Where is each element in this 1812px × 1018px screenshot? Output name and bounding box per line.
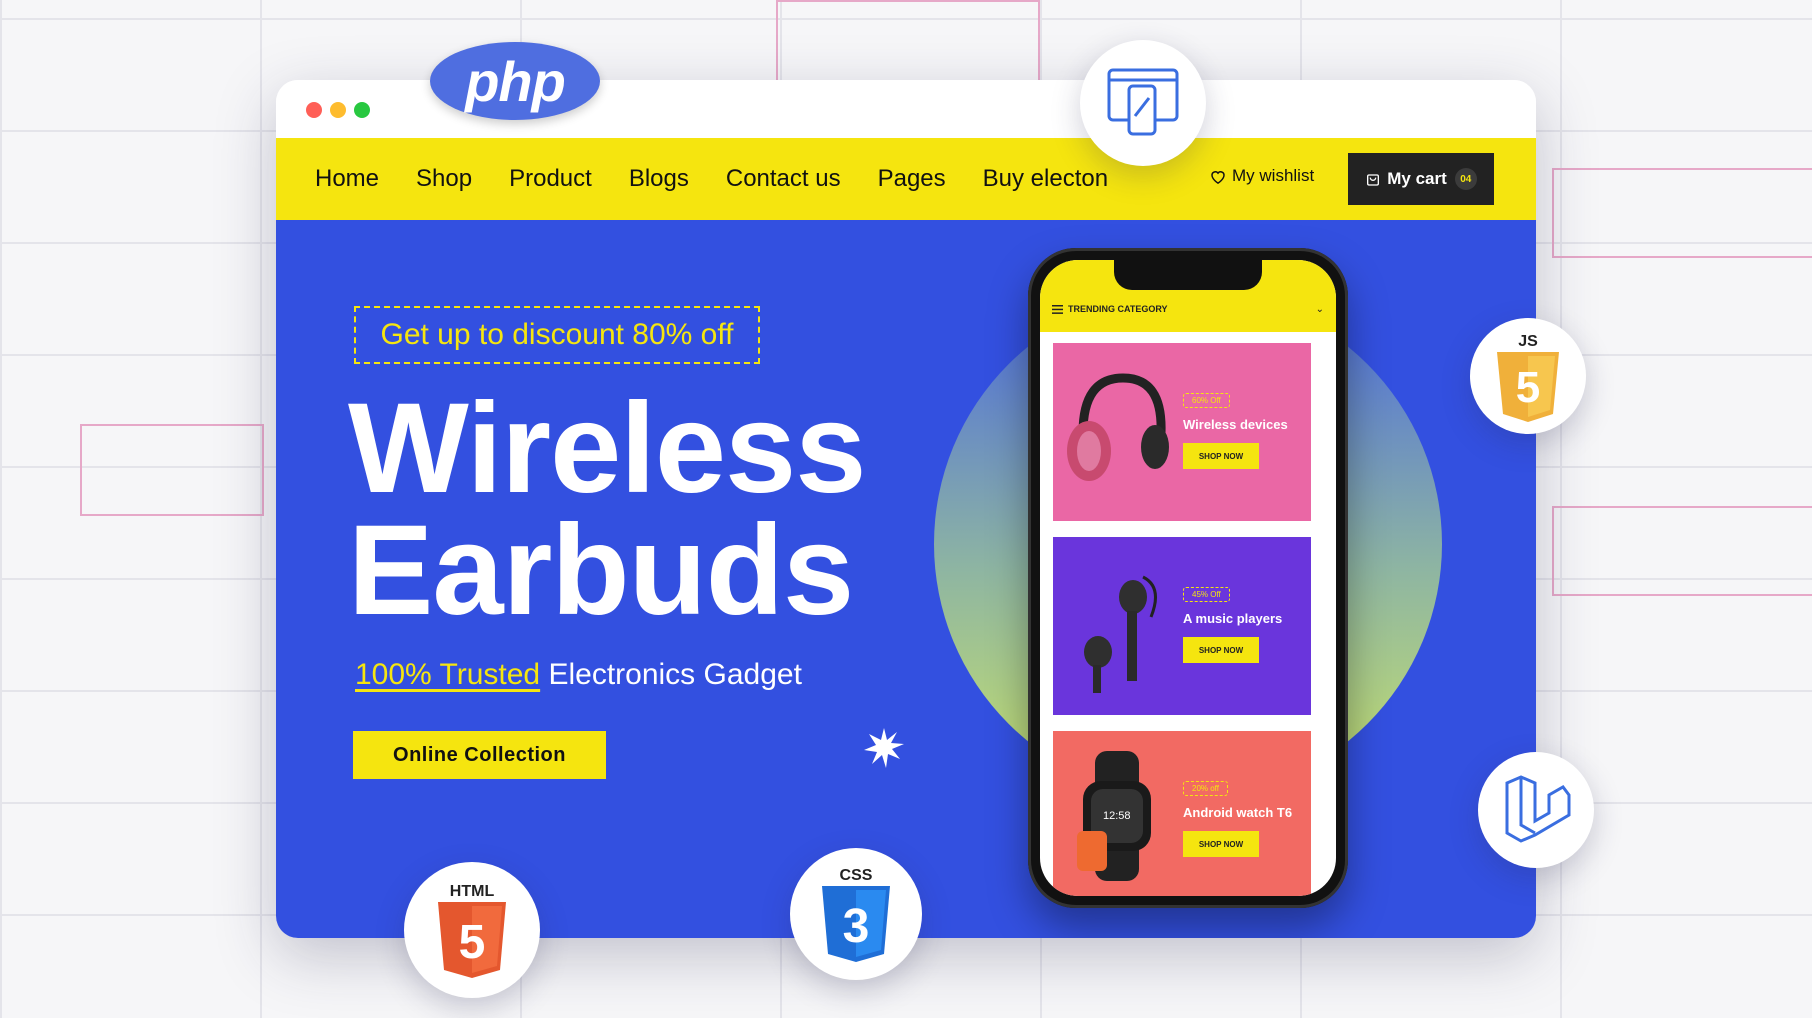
nav-link-shop[interactable]: Shop [416,165,472,193]
shopping-bag-icon [1367,174,1380,186]
hero-section: Get up to discount 80% off Wireless Earb… [276,220,1536,938]
css-badge: CSS 3 [790,848,922,980]
chevron-down-icon: ⌄ [1315,304,1324,315]
shop-now-button[interactable]: SHOP NOW [1183,637,1259,663]
earphones-image [1084,575,1157,693]
card-title: Android watch T6 [1183,805,1293,820]
laravel-badge [1478,752,1594,868]
css-version: 3 [843,900,870,953]
phone-mockup: TRENDING CATEGORY ⌄ 60% Off Wireless dev… [1028,248,1348,908]
card-title: A music players [1183,611,1283,626]
css3-icon: CSS 3 [822,867,890,962]
product-card-wireless[interactable]: 60% Off Wireless devices SHOP NOW [1053,343,1311,521]
hero-headline: Wireless Earbuds [348,377,866,642]
subline-text: Electronics Gadget [540,658,802,691]
nav-link-home[interactable]: Home [315,165,379,193]
nav-link-product[interactable]: Product [509,165,592,193]
product-card-music[interactable]: 45% Off A music players SHOP NOW [1053,537,1311,715]
responsive-design-badge [1080,40,1206,166]
cart-label: My cart [1387,169,1447,188]
shop-now-button[interactable]: SHOP NOW [1183,443,1259,469]
headline-line-1: Wireless [348,377,866,520]
discount-badge: 45% Off [1183,587,1230,602]
nav-link-buy-electon[interactable]: Buy electon [983,165,1108,193]
headline-line-2: Earbuds [348,499,854,642]
nav-link-contact[interactable]: Contact us [726,165,841,193]
online-collection-button[interactable]: Online Collection [353,731,606,779]
main-navbar: Home Shop Product Blogs Contact us Pages… [276,138,1536,220]
background-accent [80,424,264,516]
cart-button[interactable]: My cart 04 [1348,153,1494,205]
nav-link-blogs[interactable]: Blogs [629,165,689,193]
svg-text:12:58: 12:58 [1103,810,1131,822]
background-accent [776,0,1040,82]
category-label: TRENDING CATEGORY [1068,304,1168,314]
phone-notch [1114,260,1262,290]
wishlist-label: My wishlist [1232,166,1315,185]
card-title: Wireless devices [1183,417,1288,432]
cart-count-badge: 04 [1454,168,1477,190]
discount-badge: 60% Off [1183,393,1230,408]
html5-icon: HTML 5 [438,883,506,978]
php-logo: php [430,42,600,120]
close-window-button[interactable] [306,102,322,118]
promo-banner: Get up to discount 80% off [354,306,760,364]
smartwatch-image: 12:58 [1077,751,1151,881]
phone-screen: TRENDING CATEGORY ⌄ 60% Off Wireless dev… [1040,260,1336,896]
heart-icon [1211,170,1225,184]
browser-window: Home Shop Product Blogs Contact us Pages… [276,80,1536,938]
laravel-icon [1505,775,1571,843]
hero-subline: 100% Trusted Electronics Gadget [355,658,802,692]
background-accent [1552,168,1812,258]
hamburger-menu-icon [1052,304,1063,314]
html-badge: HTML 5 [404,862,540,998]
wishlist-link[interactable]: My wishlist [1210,166,1314,186]
nav-links: Home Shop Product Blogs Contact us Pages… [315,138,1145,220]
background-accent [1552,506,1812,596]
headphones-image [1067,373,1169,481]
html-label: HTML [450,883,495,900]
javascript-icon: JS 5 [1497,333,1559,422]
product-card-watch[interactable]: 12:58 20% off Android watch T6 SHOP NOW [1053,731,1311,896]
responsive-screen-icon [1107,68,1179,136]
css-label: CSS [840,867,873,884]
shop-now-button[interactable]: SHOP NOW [1183,831,1259,857]
sparkle-icon [864,728,904,768]
js-version: 5 [1516,363,1540,412]
category-dropdown: TRENDING CATEGORY [1052,304,1168,314]
discount-badge: 20% off [1183,781,1228,796]
minimize-window-button[interactable] [330,102,346,118]
subline-highlight: 100% Trusted [355,658,541,691]
js-badge: JS 5 [1470,318,1586,434]
nav-link-pages[interactable]: Pages [878,165,946,193]
js-label: JS [1518,333,1538,350]
maximize-window-button[interactable] [354,102,370,118]
html-version: 5 [459,916,486,969]
